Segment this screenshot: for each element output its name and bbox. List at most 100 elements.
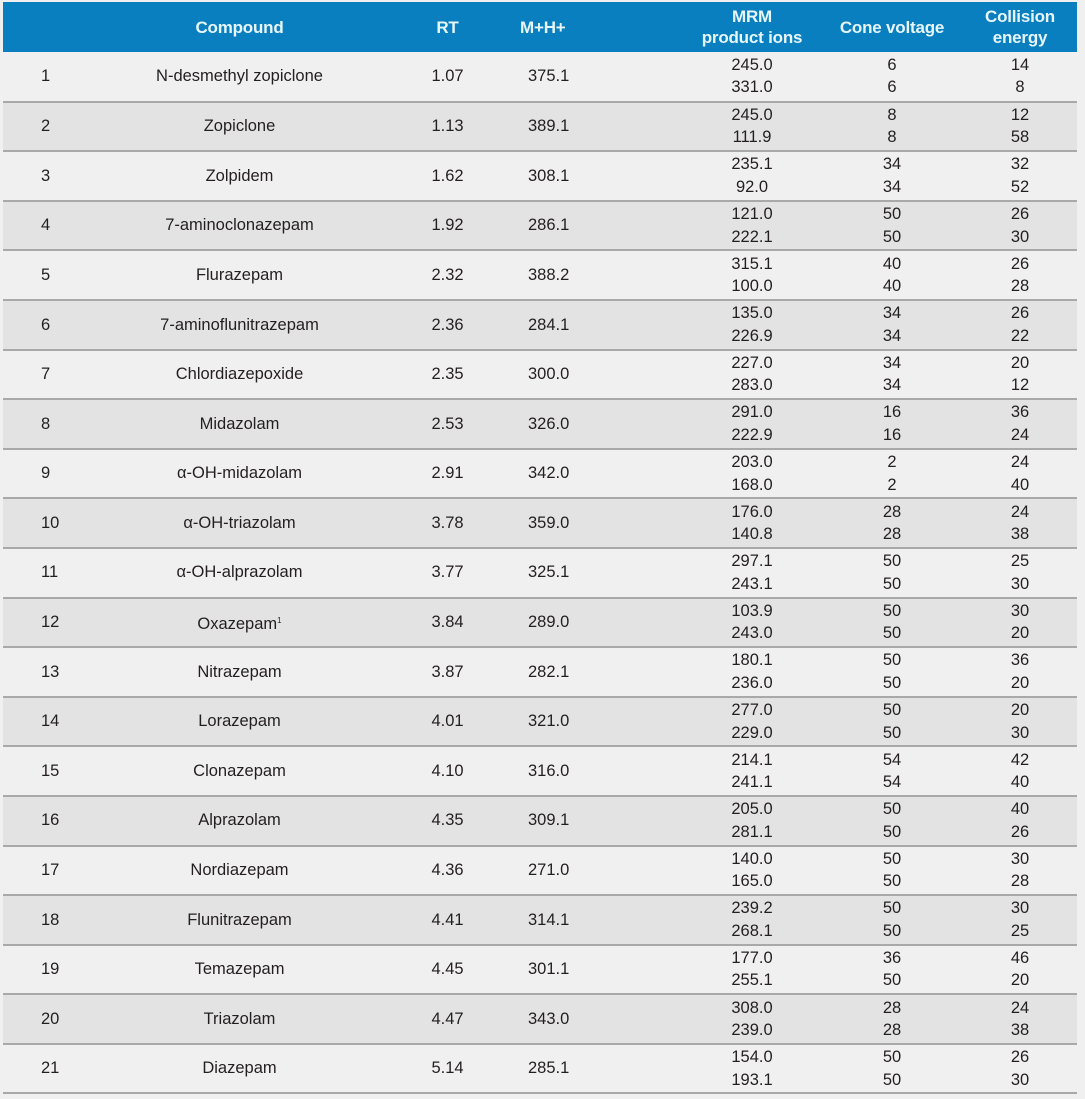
collision-energy-cell: 24 38 <box>963 994 1077 1045</box>
compound-name: Alprazolam <box>198 811 281 830</box>
mrm-cell: 291.0 222.9 <box>683 399 821 450</box>
mrm-ion-2: 168.0 <box>731 475 773 494</box>
row-index: 7 <box>3 349 87 401</box>
collision-energy-cell: 24 40 <box>963 448 1077 500</box>
cone-voltage-2: 54 <box>882 773 902 792</box>
mrm-ion-1: 205.0 <box>731 800 773 819</box>
mrm-cell: 135.0 226.9 <box>683 299 821 351</box>
collision-energy-1: 40 <box>1010 800 1030 819</box>
cone-voltage-1: 2 <box>887 453 897 472</box>
collision-energy-1: 42 <box>1010 750 1030 769</box>
cone-voltage-2: 34 <box>882 326 902 345</box>
mh-cell: 325.1 <box>503 547 683 599</box>
mrm-ion-2: 239.0 <box>731 1021 773 1040</box>
mh-cell: 342.0 <box>503 448 683 500</box>
rt-cell: 1.92 <box>392 200 503 252</box>
mrm-cell: 245.0 331.0 <box>683 52 821 103</box>
compound-cell: α-OH-triazolam <box>87 498 392 549</box>
cone-voltage-cell: 28 28 <box>821 994 963 1045</box>
mrm-cell: 203.0 168.0 <box>683 448 821 500</box>
collision-energy-cell: 24 38 <box>963 498 1077 549</box>
mrm-ion-2: 236.0 <box>731 673 773 692</box>
mh-cell: 321.0 <box>503 696 683 748</box>
mrm-ion-1: 227.0 <box>731 353 773 372</box>
mh-cell: 301.1 <box>503 944 683 996</box>
header-mrm-line1: MRM <box>732 7 772 26</box>
cone-voltage-2: 28 <box>882 1021 902 1040</box>
collision-energy-1: 26 <box>1010 1048 1030 1067</box>
rt-cell: 1.07 <box>392 52 503 103</box>
cone-voltage-2: 50 <box>882 872 902 891</box>
row-index: 4 <box>3 200 87 252</box>
collision-energy-1: 26 <box>1010 304 1030 323</box>
mrm-ion-1: 315.1 <box>731 254 773 273</box>
mrm-ion-2: 241.1 <box>731 773 773 792</box>
cone-voltage-2: 16 <box>882 425 902 444</box>
row-index: 21 <box>3 1043 87 1095</box>
collision-energy-1: 24 <box>1010 998 1030 1017</box>
compound-name: Oxazepam <box>197 614 278 633</box>
cone-voltage-cell: 50 50 <box>821 200 963 252</box>
cone-voltage-1: 34 <box>882 304 902 323</box>
rt-cell: 3.87 <box>392 647 503 698</box>
cone-voltage-1: 50 <box>882 601 902 620</box>
compound-cell: Oxazepam1 <box>87 597 392 649</box>
mrm-cell: 140.0 165.0 <box>683 845 821 897</box>
rt-cell: 4.41 <box>392 895 503 946</box>
compound-cell: 7-aminoclonazepam <box>87 200 392 252</box>
table-body: 1 N-desmethyl zopiclone 1.07 375.1 245.0 331.… <box>3 52 1077 1095</box>
row-index: 20 <box>3 994 87 1045</box>
table-header: Compound RT M+H+ MRM product ions Cone v… <box>3 2 1077 52</box>
cone-voltage-2: 34 <box>882 376 902 395</box>
cone-voltage-1: 34 <box>882 353 902 372</box>
collision-energy-cell: 25 30 <box>963 547 1077 599</box>
compound-name: α-OH-alprazolam <box>176 563 303 582</box>
compound-name: Flurazepam <box>195 265 284 284</box>
mrm-ion-2: 331.0 <box>731 78 773 97</box>
mrm-ion-1: 180.1 <box>731 651 773 670</box>
mrm-ion-2: 243.0 <box>731 624 773 643</box>
cone-voltage-cell: 50 50 <box>821 1043 963 1095</box>
compound-name: Midazolam <box>199 414 280 433</box>
rt-cell: 3.77 <box>392 547 503 599</box>
table-row: 19 Temazepam 4.45 301.1 177.0 255.1 36 50 46 20 <box>3 944 1077 996</box>
row-index: 15 <box>3 746 87 797</box>
collision-energy-1: 36 <box>1010 403 1030 422</box>
rt-cell: 2.32 <box>392 250 503 301</box>
compound-cell: Nitrazepam <box>87 647 392 698</box>
mh-cell: 326.0 <box>503 399 683 450</box>
collision-energy-2: 20 <box>1010 971 1030 990</box>
row-index: 8 <box>3 399 87 450</box>
mrm-ion-2: 165.0 <box>731 872 773 891</box>
row-index: 10 <box>3 498 87 549</box>
mh-cell: 284.1 <box>503 299 683 351</box>
header-rt: RT <box>392 2 503 52</box>
mrm-ion-2: 92.0 <box>735 177 769 196</box>
row-index: 11 <box>3 547 87 599</box>
compound-cell: Clonazepam <box>87 746 392 797</box>
compound-name: N-desmethyl zopiclone <box>156 67 323 86</box>
header-mh-label: M+H+ <box>520 17 566 37</box>
mrm-cell: 177.0 255.1 <box>683 944 821 996</box>
collision-energy-cell: 36 20 <box>963 647 1077 698</box>
collision-energy-cell: 40 26 <box>963 795 1077 847</box>
mh-cell: 343.0 <box>503 994 683 1045</box>
mh-cell: 359.0 <box>503 498 683 549</box>
compound-cell: Zopiclone <box>87 101 392 153</box>
compound-name: Triazolam <box>203 1009 276 1028</box>
compound-name: 7-aminoflunitrazepam <box>160 315 319 334</box>
table-row: 1 N-desmethyl zopiclone 1.07 375.1 245.0 331.… <box>3 52 1077 103</box>
mrm-cell: 239.2 268.1 <box>683 895 821 946</box>
cone-voltage-2: 50 <box>882 971 902 990</box>
mh-cell: 314.1 <box>503 895 683 946</box>
rt-cell: 4.47 <box>392 994 503 1045</box>
table-row: 21 Diazepam 5.14 285.1 154.0 193.1 50 50 26 30 <box>3 1043 1077 1095</box>
mrm-ion-1: 121.0 <box>731 205 773 224</box>
cone-voltage-cell: 54 54 <box>821 746 963 797</box>
cone-voltage-1: 50 <box>882 849 902 868</box>
cone-voltage-1: 54 <box>882 750 902 769</box>
mrm-cell: 154.0 193.1 <box>683 1043 821 1095</box>
footnote-marker: 1 <box>277 615 282 625</box>
header-mrm: MRM product ions <box>683 2 821 52</box>
cone-voltage-cell: 50 50 <box>821 647 963 698</box>
